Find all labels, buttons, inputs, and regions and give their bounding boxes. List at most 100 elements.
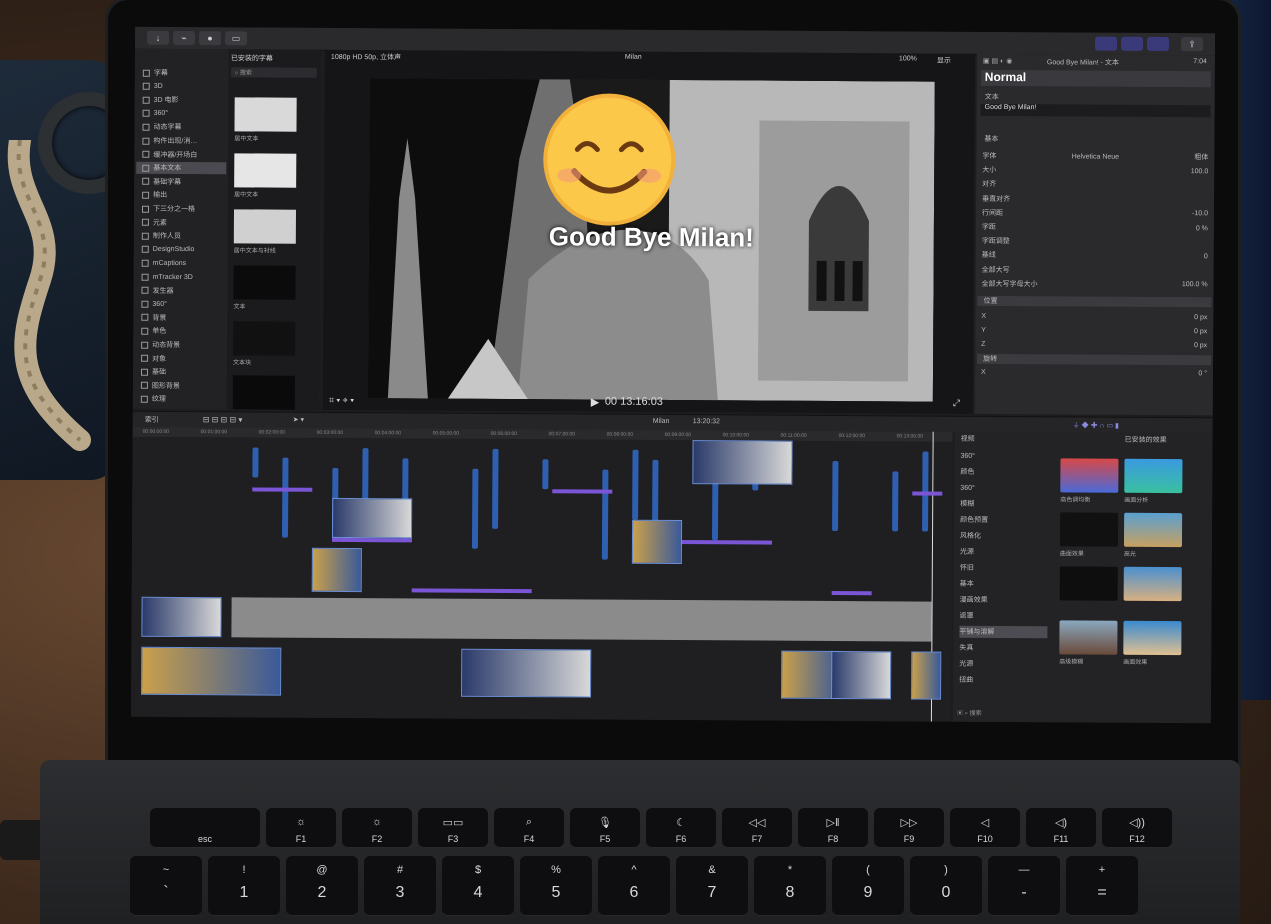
fn-key[interactable]: ☼ F2 <box>342 808 412 848</box>
sidebar-item[interactable]: 动态背景 <box>141 339 180 351</box>
select-tool-icon[interactable]: ➤ ▾ <box>293 416 304 424</box>
audio-clip[interactable] <box>912 491 943 496</box>
effect-thumb[interactable] <box>1059 512 1119 547</box>
transform-tool-icon[interactable]: ⌗ ▾ ⌖ ▾ <box>329 395 354 406</box>
effects-category[interactable]: 360° <box>960 482 1048 495</box>
inspector-tabs-icon[interactable]: ▣ ▤ ◐ ◉ <box>983 57 1012 65</box>
inspector-row[interactable]: 基线 0 <box>982 249 1208 262</box>
number-key[interactable]: (9 <box>832 856 904 916</box>
sidebar-item[interactable]: 单色 <box>141 325 166 337</box>
number-key[interactable]: #3 <box>364 856 436 916</box>
effects-category[interactable]: 漫画效果 <box>960 594 1048 607</box>
sidebar-item[interactable]: mTracker 3D <box>141 271 193 283</box>
effect-thumb[interactable] <box>1059 620 1118 655</box>
connected-clip[interactable] <box>601 469 609 560</box>
effect-thumb[interactable] <box>1059 566 1118 601</box>
title-thumb[interactable] <box>234 97 297 132</box>
index-button[interactable]: 索引 <box>145 415 159 425</box>
layout-toggle-2[interactable] <box>1120 36 1144 51</box>
sidebar-item[interactable]: 构件出现/消… <box>142 135 197 147</box>
number-key[interactable]: * 8 <box>754 856 826 916</box>
inspector-row[interactable]: 对齐 <box>982 178 1208 191</box>
video-clip[interactable] <box>692 440 793 485</box>
number-key[interactable]: ! 1 <box>208 856 280 916</box>
fn-key[interactable]: ☼ F1 <box>266 808 336 848</box>
position-row[interactable]: Z 0 px <box>981 338 1207 351</box>
play-icon[interactable]: ▶ <box>591 395 600 408</box>
title-thumb[interactable] <box>233 321 296 356</box>
rotation-x-row[interactable]: X0 ° <box>981 366 1207 379</box>
inspector-row[interactable]: 字体 Helvetica Neue 粗体 <box>982 150 1208 163</box>
fn-key[interactable]: ⌕ F4 <box>494 808 564 848</box>
sidebar-item[interactable]: 对象 <box>141 352 166 364</box>
video-clip[interactable] <box>911 651 942 700</box>
fn-key[interactable]: ◁ F10 <box>950 808 1020 848</box>
fn-key[interactable]: ☾ F6 <box>646 808 716 848</box>
effects-category[interactable]: 遮罩 <box>959 610 1047 623</box>
number-key[interactable]: @2 <box>286 856 358 916</box>
gap-clip[interactable] <box>231 597 932 642</box>
sidebar-item[interactable]: 基础字幕 <box>142 176 181 188</box>
share-icon[interactable]: ▭ <box>225 31 248 46</box>
zoom-menu[interactable]: 100% <box>899 55 917 62</box>
effects-category[interactable]: 光源 <box>959 658 1047 671</box>
preset-menu[interactable]: Normal <box>980 69 1211 88</box>
effects-category[interactable]: 失真 <box>959 642 1047 655</box>
audio-clip[interactable] <box>411 588 532 594</box>
sidebar-item[interactable]: 制作人员 <box>141 230 181 242</box>
sidebar-item[interactable]: 背景 <box>141 312 166 324</box>
position-row[interactable]: Y 0 px <box>981 324 1207 337</box>
inspector-row[interactable]: 全部大写 <box>982 263 1208 276</box>
sidebar-item[interactable]: 动态字幕 <box>142 121 182 133</box>
video-clip[interactable] <box>331 497 413 539</box>
audio-clip[interactable] <box>331 537 412 543</box>
effects-category[interactable]: 颜色预置 <box>960 514 1048 527</box>
inspector-row[interactable]: 大小 100.0 <box>982 164 1208 177</box>
connected-clip[interactable] <box>832 460 839 532</box>
effect-thumb[interactable] <box>1123 566 1182 602</box>
video-clip[interactable] <box>831 650 892 700</box>
sidebar-item[interactable]: DesignStudio <box>141 244 195 256</box>
clip-appearance-icon[interactable]: ⊟ ⊟ ⊟ ⊟ ▾ <box>203 415 243 424</box>
connected-clip[interactable] <box>471 468 479 549</box>
effects-category[interactable]: 怀旧 <box>960 562 1048 575</box>
audio-clip[interactable] <box>831 590 872 596</box>
title-thumb[interactable] <box>232 375 295 410</box>
number-key[interactable]: $4 <box>442 856 514 916</box>
timeline-project-name[interactable]: Milan <box>653 418 670 425</box>
title-thumb[interactable] <box>233 209 297 244</box>
position-row[interactable]: X 0 px <box>981 310 1207 323</box>
effects-category[interactable]: 360° <box>960 450 1048 463</box>
connected-clip[interactable] <box>632 449 639 520</box>
sidebar-item[interactable]: 缓冲器/开场白 <box>142 148 197 160</box>
sidebar-item[interactable]: 下三分之一格 <box>141 203 195 215</box>
layout-toggle-3[interactable] <box>1146 36 1170 52</box>
number-key[interactable]: + = <box>1066 856 1138 916</box>
inspector-row[interactable]: 字距 0 % <box>982 221 1208 234</box>
export-icon[interactable]: ⇪ <box>1180 37 1204 52</box>
video-clip[interactable] <box>141 646 282 696</box>
audio-clip[interactable] <box>252 487 313 492</box>
audio-tools-icon[interactable]: ⏚ ◆ ✚ ∩ ▭ ▮ <box>1073 420 1119 430</box>
keyword-button[interactable]: ⌁ <box>173 30 196 46</box>
number-key[interactable]: ^ 6 <box>598 856 670 916</box>
sidebar-item[interactable]: 元素 <box>141 216 167 228</box>
sidebar-item[interactable]: 字幕 <box>142 67 168 79</box>
effect-thumb[interactable] <box>1123 620 1182 656</box>
text-field[interactable]: Good Bye Milan! <box>980 103 1211 118</box>
import-button[interactable]: ↓ <box>147 30 170 45</box>
fn-key[interactable]: ▷‖ F8 <box>798 808 868 848</box>
effects-category[interactable]: 基本 <box>960 578 1048 591</box>
background-tasks-button[interactable]: ● <box>199 31 222 46</box>
inspector-row[interactable]: 字距调整 <box>982 235 1208 248</box>
view-menu[interactable]: 显示 <box>937 56 951 66</box>
video-clip[interactable] <box>141 596 222 638</box>
sidebar-item[interactable]: 360° <box>141 298 167 310</box>
number-key[interactable]: — - <box>988 856 1060 916</box>
fn-key[interactable]: ◁)) F12 <box>1102 808 1172 848</box>
connected-clip[interactable] <box>892 471 899 532</box>
video-clip[interactable] <box>631 519 683 565</box>
number-key[interactable]: ) 0 <box>910 856 982 916</box>
sidebar-item[interactable]: 基础 <box>140 366 166 378</box>
effect-thumb[interactable] <box>1060 458 1119 493</box>
